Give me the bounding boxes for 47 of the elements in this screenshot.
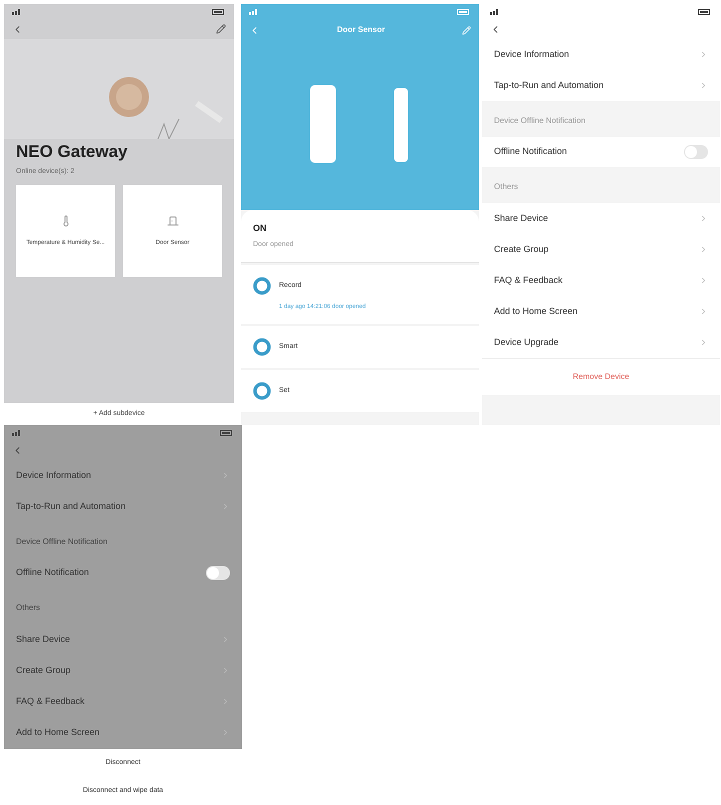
circle-icon: [253, 277, 271, 295]
section-header: Others: [16, 603, 40, 612]
settings-row[interactable]: Device Upgrade: [482, 327, 720, 358]
toggle-switch[interactable]: [206, 566, 230, 580]
section-header: Device Offline Notification: [494, 116, 586, 125]
status-value: ON: [253, 222, 268, 235]
circle-icon: [253, 338, 271, 356]
chevron-icon: [699, 276, 708, 285]
gateway-title: NEO Gateway: [16, 141, 128, 163]
section-header: Device Offline Notification: [16, 537, 108, 546]
chevron-icon: [699, 81, 708, 90]
edit-icon[interactable]: [216, 24, 226, 34]
settings-row[interactable]: Device Information: [4, 460, 242, 491]
chevron-icon: [221, 666, 230, 675]
settings-row[interactable]: FAQ & Feedback: [482, 265, 720, 296]
chevron-icon: [221, 635, 230, 644]
settings-row[interactable]: Create Group: [4, 655, 242, 686]
chevron-icon: [221, 471, 230, 480]
setting-label: Offline Notification: [16, 566, 89, 580]
chevron-icon: [699, 245, 708, 254]
toggle-switch[interactable]: [684, 145, 708, 159]
chevron-icon: [221, 697, 230, 706]
settings-row[interactable]: Add to Home Screen: [482, 296, 720, 327]
settings-row[interactable]: Share Device: [4, 624, 242, 655]
settings-row[interactable]: Share Device: [482, 203, 720, 234]
battery-icon: [212, 9, 226, 15]
battery-icon: [220, 430, 234, 436]
remove-device-button[interactable]: Remove Device: [572, 371, 630, 383]
chevron-icon: [699, 307, 708, 316]
circle-icon: [253, 382, 271, 400]
chevron-icon: [221, 728, 230, 737]
battery-icon: [457, 9, 471, 15]
settings-row[interactable]: Create Group: [482, 234, 720, 265]
chevron-icon: [699, 214, 708, 223]
battery-icon: [698, 9, 712, 15]
setting-label: Offline Notification: [494, 145, 567, 158]
chevron-icon: [699, 50, 708, 59]
chevron-icon: [221, 502, 230, 511]
settings-row[interactable]: Add to Home Screen: [4, 717, 242, 748]
chevron-icon: [699, 338, 708, 347]
settings-row[interactable]: Tap-to-Run and Automation: [482, 70, 720, 101]
screen-title: Door Sensor: [336, 24, 385, 36]
door-icon: [166, 214, 178, 226]
settings-row[interactable]: Device Information: [482, 39, 720, 70]
section-header: Others: [494, 182, 518, 191]
settings-row[interactable]: Tap-to-Run and Automation: [4, 491, 242, 522]
settings-row[interactable]: FAQ & Feedback: [4, 686, 242, 717]
